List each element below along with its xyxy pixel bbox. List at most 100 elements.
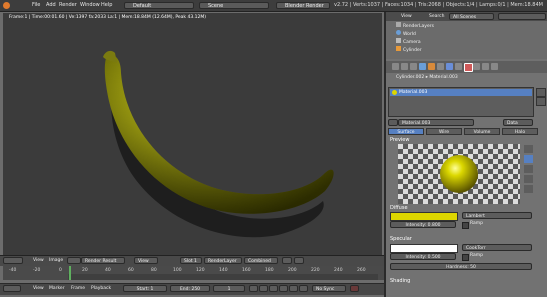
display-mode-icon[interactable]: [282, 257, 292, 264]
preview-sphere-icon[interactable]: [524, 155, 533, 163]
play-button[interactable]: [279, 285, 288, 292]
outliner-filter-select[interactable]: All Scenes: [449, 13, 494, 20]
physics-tab-icon[interactable]: [491, 63, 498, 70]
blender-logo-icon[interactable]: [3, 2, 10, 9]
menu-help[interactable]: Help: [101, 2, 112, 9]
end-frame-field[interactable]: End: 250: [170, 285, 210, 292]
timeline-menu-marker[interactable]: Marker: [46, 285, 65, 292]
specular-intensity-field[interactable]: Intensity: 0.500: [390, 253, 456, 260]
constraints-tab-icon[interactable]: [437, 63, 444, 70]
timeline-tick: 40: [105, 268, 111, 273]
specular-panel-header[interactable]: Specular: [390, 236, 412, 242]
diffuse-ramp-checkbox[interactable]: [462, 222, 469, 229]
timeline-menu-view[interactable]: View: [30, 285, 44, 292]
outliner[interactable]: View Search All Scenes RenderLayers Worl…: [386, 12, 547, 59]
start-frame-field[interactable]: Start: 1: [123, 285, 167, 292]
object-tab-icon[interactable]: [428, 63, 435, 70]
material-name-field[interactable]: Material.003: [398, 119, 474, 126]
current-frame-marker[interactable]: [69, 266, 71, 280]
preview-hair-icon[interactable]: [524, 185, 533, 193]
screen-layout-select[interactable]: Default: [124, 2, 194, 9]
preview-cube-icon[interactable]: [524, 165, 533, 173]
scene-tab-icon[interactable]: [410, 63, 417, 70]
timeline-tick: 120: [196, 268, 205, 273]
modifiers-tab-icon[interactable]: [446, 63, 453, 70]
next-keyframe-button[interactable]: [289, 285, 298, 292]
image-browse-select[interactable]: [67, 257, 81, 264]
material-slot-item[interactable]: Material.003: [390, 89, 532, 96]
current-frame-field[interactable]: 1: [213, 285, 245, 292]
timeline-tick: 100: [173, 268, 182, 273]
diffuse-intensity-field[interactable]: Intensity: 0.800: [390, 221, 456, 228]
material-link-select[interactable]: Data: [503, 119, 533, 126]
render-engine-select[interactable]: Blender Render: [276, 2, 330, 9]
timeline-editor-icon[interactable]: [3, 285, 21, 292]
tab-volume[interactable]: Volume: [464, 128, 500, 135]
timeline-menu-frame[interactable]: Frame: [68, 285, 85, 292]
menu-window[interactable]: Window: [80, 2, 100, 9]
outliner-header: View Search All Scenes: [386, 12, 547, 21]
jump-start-button[interactable]: [249, 285, 258, 292]
diffuse-panel-header[interactable]: Diffuse: [390, 205, 408, 211]
view-select[interactable]: View: [134, 257, 158, 264]
menu-image[interactable]: Image: [46, 257, 63, 264]
preview-flat-icon[interactable]: [524, 145, 533, 153]
render-layer-select[interactable]: RenderLayer: [204, 257, 242, 264]
play-reverse-button[interactable]: [269, 285, 278, 292]
outliner-item[interactable]: Camera: [396, 38, 546, 45]
timeline-tick: 20: [82, 268, 88, 273]
material-browse-button[interactable]: [388, 119, 398, 126]
outliner-search-menu[interactable]: Search: [426, 13, 444, 20]
timeline-tick: 200: [288, 268, 297, 273]
particles-tab-icon[interactable]: [482, 63, 489, 70]
outliner-view-menu[interactable]: View: [398, 13, 412, 20]
data-tab-icon[interactable]: [455, 63, 462, 70]
timeline[interactable]: -40 -20 0 20 40 60 80 100 120 140 160 18…: [3, 266, 384, 280]
image-editor-header: View Image Render Result View Slot 1 Ren…: [0, 255, 384, 266]
prev-keyframe-button[interactable]: [259, 285, 268, 292]
preview-monkey-icon[interactable]: [524, 175, 533, 183]
scene-select[interactable]: Scene: [199, 2, 269, 9]
outliner-item[interactable]: RenderLayers: [396, 22, 546, 29]
outliner-item[interactable]: World: [396, 30, 546, 37]
preview-panel-header[interactable]: Preview: [390, 137, 409, 143]
image-name-field[interactable]: Render Result: [81, 257, 125, 264]
material-slot-list[interactable]: Material.003: [388, 87, 534, 117]
material-tab-icon[interactable]: [464, 63, 473, 72]
top-bar: File Add Render Window Help Default Scen…: [0, 0, 547, 12]
menu-add[interactable]: Add: [46, 2, 56, 9]
menu-view[interactable]: View: [30, 257, 44, 264]
material-datablock-row: Material.003 Data: [388, 118, 546, 126]
menu-render[interactable]: Render: [59, 2, 77, 9]
specular-hardness-field[interactable]: Hardness: 50: [390, 263, 532, 270]
timeline-menu-playback[interactable]: Playback: [88, 285, 111, 292]
editor-type-icon[interactable]: [3, 257, 23, 264]
menu-file[interactable]: File: [32, 2, 40, 9]
specular-ramp-checkbox[interactable]: [462, 254, 469, 261]
world-tab-icon[interactable]: [419, 63, 426, 70]
jump-end-button[interactable]: [299, 285, 308, 292]
render-pass-select[interactable]: Combined: [244, 257, 278, 264]
record-button[interactable]: [350, 285, 359, 292]
alpha-mode-icon[interactable]: [294, 257, 304, 264]
slot-select[interactable]: Slot 1: [180, 257, 202, 264]
stats-text: v2.72 | Verts:1037 | Faces:1034 | Tris:2…: [334, 2, 543, 8]
specular-shader-select[interactable]: CookTorr: [462, 244, 532, 251]
outliner-search-input[interactable]: [498, 13, 546, 20]
render-viewport[interactable]: Frame:1 | Time:00:01.60 | Ve:1397 fa:203…: [3, 13, 382, 255]
sync-mode-select[interactable]: No Sync: [312, 285, 346, 292]
render-tab-icon[interactable]: [392, 63, 399, 70]
layers-tab-icon[interactable]: [401, 63, 408, 70]
diffuse-color-swatch[interactable]: [390, 212, 458, 221]
preview-sphere: [440, 155, 478, 193]
tab-halo[interactable]: Halo: [502, 128, 538, 135]
specular-color-swatch[interactable]: [390, 244, 458, 253]
outliner-item[interactable]: Cylinder: [396, 46, 546, 53]
diffuse-shader-select[interactable]: Lambert: [462, 212, 532, 219]
remove-slot-button[interactable]: [536, 97, 546, 106]
tab-surface[interactable]: Surface: [388, 128, 424, 135]
texture-tab-icon[interactable]: [473, 63, 480, 70]
tab-wire[interactable]: Wire: [426, 128, 462, 135]
add-slot-button[interactable]: [536, 88, 546, 97]
shading-panel-header[interactable]: Shading: [390, 278, 410, 284]
